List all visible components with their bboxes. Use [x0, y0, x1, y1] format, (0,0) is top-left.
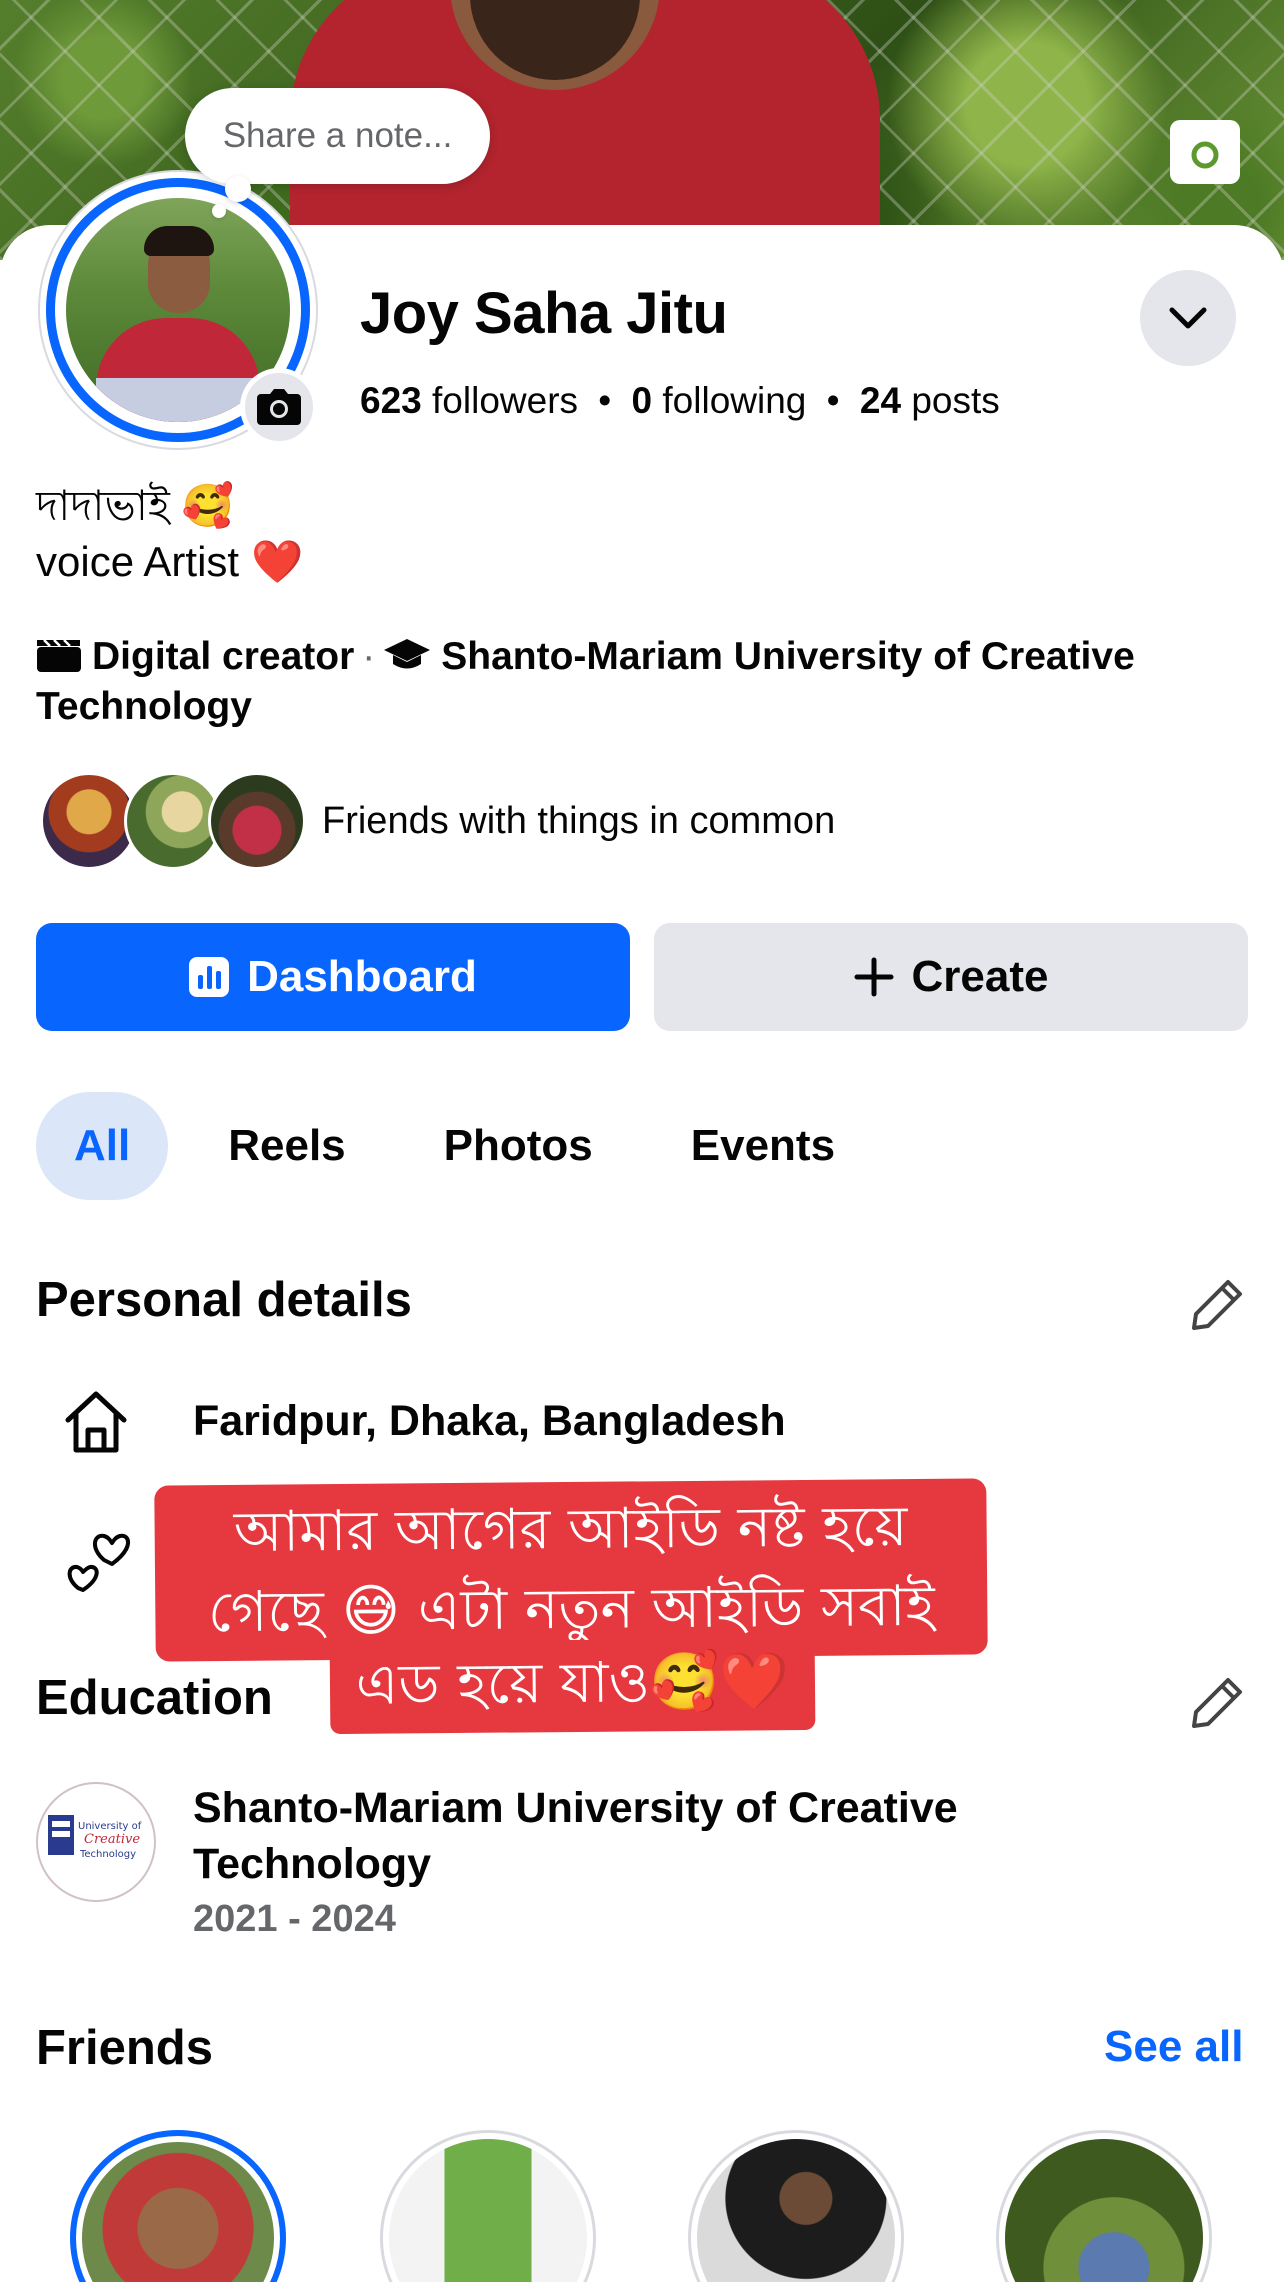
location-row-icon	[60, 1386, 132, 1458]
smiling-hearts-emoji: 🥰	[181, 482, 235, 529]
cover-camera-button[interactable]	[1170, 120, 1240, 184]
friends-in-common[interactable]: Friends with things in common	[40, 772, 835, 870]
following-label: following	[662, 380, 807, 421]
tab-reels[interactable]: Reels	[190, 1092, 383, 1200]
dashboard-label: Dashboard	[247, 952, 477, 1001]
pencil-icon	[1192, 1280, 1242, 1330]
friend-photo	[389, 2139, 587, 2282]
create-button[interactable]: Create	[654, 923, 1248, 1031]
profile-stats: 623 followers • 0 following • 24 posts	[360, 380, 1000, 422]
followers-count: 623	[360, 380, 422, 421]
avatar-hair	[144, 226, 214, 256]
location-text: Faridpur, Dhaka, Bangladesh	[193, 1397, 786, 1445]
graduation-cap-icon	[384, 639, 431, 669]
edit-education-button[interactable]	[1188, 1672, 1248, 1732]
hearts-icon	[67, 1533, 130, 1592]
friends-title: Friends	[36, 2021, 213, 2075]
logo-text-1: University of	[78, 1821, 142, 1832]
clapperboard-icon	[37, 639, 81, 672]
posts-count: 24	[859, 380, 902, 421]
following-count: 0	[631, 380, 653, 421]
profile-bio: দাদাভাই 🥰 voice Artist ❤️	[36, 478, 303, 590]
info-separator: ·	[362, 635, 376, 678]
camera-icon	[1183, 140, 1227, 170]
followers-stat[interactable]: 623 followers	[360, 380, 578, 421]
university-logo[interactable]: University of Creative Technology	[36, 1782, 156, 1902]
camera-icon	[257, 389, 301, 425]
text-sticker-overlay: আমার আগের আইডি নষ্ট হয়ে গেছে 😅 এটা নতুন…	[154, 1478, 988, 1662]
note-bubble-tail-small	[212, 204, 226, 218]
share-note-bubble[interactable]: Share a note...	[185, 88, 490, 184]
text-sticker-overlay-bottom: এড হয়ে যাও🥰❤️	[329, 1637, 816, 1735]
logo-text-2: Creative	[84, 1832, 140, 1847]
posts-label: posts	[911, 380, 1000, 421]
create-label: Create	[911, 952, 1049, 1001]
education-years: 2021 - 2024	[193, 1898, 396, 1940]
logo-text-3: Technology	[79, 1849, 136, 1860]
bio-text-2: voice Artist	[36, 538, 240, 585]
note-bubble-tail	[225, 176, 251, 202]
bio-line-2: voice Artist ❤️	[36, 534, 303, 590]
friends-in-common-text: Friends with things in common	[322, 799, 836, 842]
sticker-line-3: এড হয়ে যাও🥰❤️	[355, 1649, 790, 1718]
university-logo-icon: University of Creative Technology	[48, 1815, 142, 1860]
friend-photo	[82, 2142, 274, 2282]
home-icon	[65, 1391, 127, 1453]
tab-photos[interactable]: Photos	[406, 1092, 631, 1200]
stats-separator: •	[598, 380, 612, 421]
profile-info-line: Digital creator · Shanto-Mariam Universit…	[36, 632, 1251, 732]
posts-stat[interactable]: 24 posts	[860, 380, 1000, 421]
following-stat[interactable]: 0 following	[632, 380, 807, 421]
friend-photo	[1005, 2139, 1203, 2282]
category-text: Digital creator	[92, 635, 355, 678]
followers-label: followers	[432, 380, 579, 421]
pencil-icon	[1192, 1678, 1242, 1728]
bio-text-1: দাদাভাই	[36, 481, 170, 530]
see-all-friends-link[interactable]: See all	[1104, 2022, 1243, 2072]
avatar-shirt-stripe	[96, 378, 260, 422]
sticker-line-1: আমার আগের আইডি নষ্ট হয়ে	[233, 1494, 908, 1565]
bio-line-1: দাদাভাই 🥰	[36, 478, 303, 534]
profile-dropdown-button[interactable]	[1140, 270, 1236, 366]
friend-photo	[697, 2139, 895, 2282]
share-note-text: Share a note...	[222, 116, 453, 155]
personal-details-title: Personal details	[36, 1273, 412, 1327]
profile-name: Joy Saha Jitu	[360, 281, 728, 346]
chevron-down-icon	[1169, 307, 1207, 329]
avatar-camera-button[interactable]	[240, 368, 318, 446]
tab-events[interactable]: Events	[653, 1092, 873, 1200]
dashboard-icon	[189, 957, 230, 997]
red-heart-emoji: ❤️	[251, 538, 304, 585]
profile-tabs: All Reels Photos Events	[36, 1092, 895, 1200]
edit-personal-details-button[interactable]	[1188, 1274, 1248, 1334]
dashboard-button[interactable]: Dashboard	[36, 923, 630, 1031]
relationship-row-icon	[60, 1520, 136, 1592]
plus-icon	[854, 957, 894, 997]
mutual-friend-avatar	[208, 772, 306, 870]
tab-all[interactable]: All	[36, 1092, 169, 1200]
education-title: Education	[36, 1671, 273, 1725]
education-school-name[interactable]: Shanto-Mariam University of Creative Tec…	[193, 1780, 1093, 1892]
stats-separator: •	[826, 380, 840, 421]
